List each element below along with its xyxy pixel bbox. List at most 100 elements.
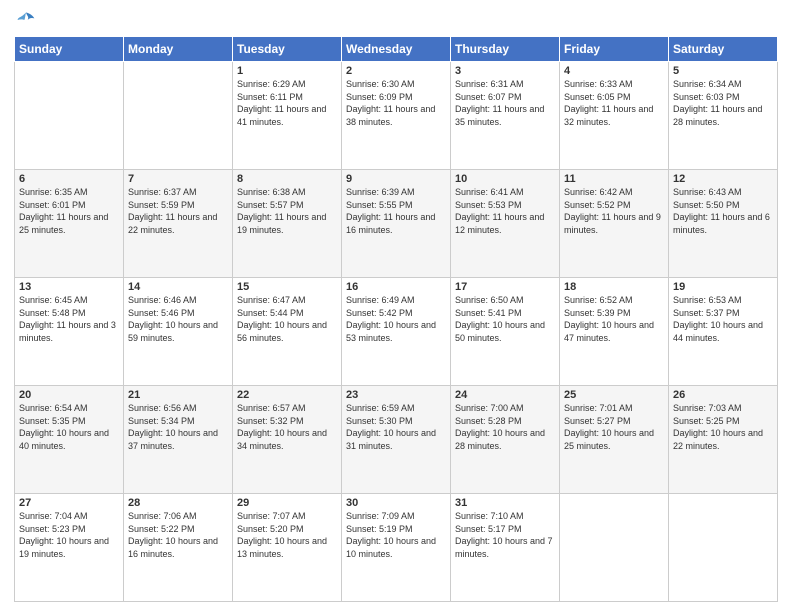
day-number: 9 (346, 173, 446, 185)
day-info: Sunrise: 7:04 AM Sunset: 5:23 PM Dayligh… (19, 510, 119, 560)
day-info: Sunrise: 6:38 AM Sunset: 5:57 PM Dayligh… (237, 186, 337, 236)
day-info: Sunrise: 6:45 AM Sunset: 5:48 PM Dayligh… (19, 294, 119, 344)
day-info: Sunrise: 6:59 AM Sunset: 5:30 PM Dayligh… (346, 402, 446, 452)
day-number: 28 (128, 497, 228, 509)
calendar-cell: 29Sunrise: 7:07 AM Sunset: 5:20 PM Dayli… (233, 494, 342, 602)
calendar-cell: 28Sunrise: 7:06 AM Sunset: 5:22 PM Dayli… (124, 494, 233, 602)
weekday-header-wednesday: Wednesday (342, 37, 451, 62)
page: SundayMondayTuesdayWednesdayThursdayFrid… (0, 0, 792, 612)
day-number: 5 (673, 65, 773, 77)
day-number: 12 (673, 173, 773, 185)
calendar-cell: 15Sunrise: 6:47 AM Sunset: 5:44 PM Dayli… (233, 278, 342, 386)
day-info: Sunrise: 6:54 AM Sunset: 5:35 PM Dayligh… (19, 402, 119, 452)
calendar-cell: 17Sunrise: 6:50 AM Sunset: 5:41 PM Dayli… (451, 278, 560, 386)
day-number: 17 (455, 281, 555, 293)
weekday-header-tuesday: Tuesday (233, 37, 342, 62)
calendar-cell: 7Sunrise: 6:37 AM Sunset: 5:59 PM Daylig… (124, 170, 233, 278)
day-number: 11 (564, 173, 664, 185)
day-info: Sunrise: 6:52 AM Sunset: 5:39 PM Dayligh… (564, 294, 664, 344)
calendar-cell: 21Sunrise: 6:56 AM Sunset: 5:34 PM Dayli… (124, 386, 233, 494)
week-row-0: 1Sunrise: 6:29 AM Sunset: 6:11 PM Daylig… (15, 62, 778, 170)
day-number: 2 (346, 65, 446, 77)
day-info: Sunrise: 7:07 AM Sunset: 5:20 PM Dayligh… (237, 510, 337, 560)
calendar-cell: 10Sunrise: 6:41 AM Sunset: 5:53 PM Dayli… (451, 170, 560, 278)
day-info: Sunrise: 7:06 AM Sunset: 5:22 PM Dayligh… (128, 510, 228, 560)
calendar-cell: 22Sunrise: 6:57 AM Sunset: 5:32 PM Dayli… (233, 386, 342, 494)
day-info: Sunrise: 6:49 AM Sunset: 5:42 PM Dayligh… (346, 294, 446, 344)
day-info: Sunrise: 7:03 AM Sunset: 5:25 PM Dayligh… (673, 402, 773, 452)
day-number: 16 (346, 281, 446, 293)
day-number: 23 (346, 389, 446, 401)
day-number: 27 (19, 497, 119, 509)
calendar-cell: 11Sunrise: 6:42 AM Sunset: 5:52 PM Dayli… (560, 170, 669, 278)
day-info: Sunrise: 6:29 AM Sunset: 6:11 PM Dayligh… (237, 78, 337, 128)
calendar-cell: 14Sunrise: 6:46 AM Sunset: 5:46 PM Dayli… (124, 278, 233, 386)
day-number: 3 (455, 65, 555, 77)
calendar-cell: 24Sunrise: 7:00 AM Sunset: 5:28 PM Dayli… (451, 386, 560, 494)
day-number: 13 (19, 281, 119, 293)
day-info: Sunrise: 6:53 AM Sunset: 5:37 PM Dayligh… (673, 294, 773, 344)
calendar-table: SundayMondayTuesdayWednesdayThursdayFrid… (14, 36, 778, 602)
day-info: Sunrise: 6:47 AM Sunset: 5:44 PM Dayligh… (237, 294, 337, 344)
day-number: 29 (237, 497, 337, 509)
day-info: Sunrise: 6:33 AM Sunset: 6:05 PM Dayligh… (564, 78, 664, 128)
day-info: Sunrise: 6:43 AM Sunset: 5:50 PM Dayligh… (673, 186, 773, 236)
day-number: 30 (346, 497, 446, 509)
calendar-cell: 6Sunrise: 6:35 AM Sunset: 6:01 PM Daylig… (15, 170, 124, 278)
calendar-cell (15, 62, 124, 170)
calendar-cell: 16Sunrise: 6:49 AM Sunset: 5:42 PM Dayli… (342, 278, 451, 386)
day-number: 7 (128, 173, 228, 185)
header (14, 10, 778, 30)
calendar-cell: 23Sunrise: 6:59 AM Sunset: 5:30 PM Dayli… (342, 386, 451, 494)
day-info: Sunrise: 6:31 AM Sunset: 6:07 PM Dayligh… (455, 78, 555, 128)
week-row-2: 13Sunrise: 6:45 AM Sunset: 5:48 PM Dayli… (15, 278, 778, 386)
weekday-header-saturday: Saturday (669, 37, 778, 62)
day-number: 24 (455, 389, 555, 401)
day-info: Sunrise: 6:41 AM Sunset: 5:53 PM Dayligh… (455, 186, 555, 236)
logo-bird-icon (16, 10, 36, 30)
week-row-1: 6Sunrise: 6:35 AM Sunset: 6:01 PM Daylig… (15, 170, 778, 278)
calendar-cell: 1Sunrise: 6:29 AM Sunset: 6:11 PM Daylig… (233, 62, 342, 170)
calendar-cell (669, 494, 778, 602)
day-info: Sunrise: 6:50 AM Sunset: 5:41 PM Dayligh… (455, 294, 555, 344)
calendar-cell: 3Sunrise: 6:31 AM Sunset: 6:07 PM Daylig… (451, 62, 560, 170)
calendar-cell: 5Sunrise: 6:34 AM Sunset: 6:03 PM Daylig… (669, 62, 778, 170)
day-number: 18 (564, 281, 664, 293)
weekday-header-row: SundayMondayTuesdayWednesdayThursdayFrid… (15, 37, 778, 62)
day-info: Sunrise: 6:35 AM Sunset: 6:01 PM Dayligh… (19, 186, 119, 236)
day-number: 8 (237, 173, 337, 185)
day-info: Sunrise: 6:56 AM Sunset: 5:34 PM Dayligh… (128, 402, 228, 452)
calendar-cell: 9Sunrise: 6:39 AM Sunset: 5:55 PM Daylig… (342, 170, 451, 278)
week-row-3: 20Sunrise: 6:54 AM Sunset: 5:35 PM Dayli… (15, 386, 778, 494)
day-number: 31 (455, 497, 555, 509)
calendar-cell: 13Sunrise: 6:45 AM Sunset: 5:48 PM Dayli… (15, 278, 124, 386)
weekday-header-sunday: Sunday (15, 37, 124, 62)
day-info: Sunrise: 6:42 AM Sunset: 5:52 PM Dayligh… (564, 186, 664, 236)
day-info: Sunrise: 7:09 AM Sunset: 5:19 PM Dayligh… (346, 510, 446, 560)
week-row-4: 27Sunrise: 7:04 AM Sunset: 5:23 PM Dayli… (15, 494, 778, 602)
day-info: Sunrise: 6:37 AM Sunset: 5:59 PM Dayligh… (128, 186, 228, 236)
weekday-header-monday: Monday (124, 37, 233, 62)
calendar-cell: 18Sunrise: 6:52 AM Sunset: 5:39 PM Dayli… (560, 278, 669, 386)
day-info: Sunrise: 6:30 AM Sunset: 6:09 PM Dayligh… (346, 78, 446, 128)
calendar-cell (124, 62, 233, 170)
day-info: Sunrise: 7:01 AM Sunset: 5:27 PM Dayligh… (564, 402, 664, 452)
day-number: 21 (128, 389, 228, 401)
calendar-cell: 12Sunrise: 6:43 AM Sunset: 5:50 PM Dayli… (669, 170, 778, 278)
calendar-cell: 8Sunrise: 6:38 AM Sunset: 5:57 PM Daylig… (233, 170, 342, 278)
day-number: 22 (237, 389, 337, 401)
day-number: 1 (237, 65, 337, 77)
calendar-cell: 30Sunrise: 7:09 AM Sunset: 5:19 PM Dayli… (342, 494, 451, 602)
day-number: 25 (564, 389, 664, 401)
day-info: Sunrise: 6:34 AM Sunset: 6:03 PM Dayligh… (673, 78, 773, 128)
calendar-cell: 31Sunrise: 7:10 AM Sunset: 5:17 PM Dayli… (451, 494, 560, 602)
day-number: 14 (128, 281, 228, 293)
day-number: 15 (237, 281, 337, 293)
day-number: 6 (19, 173, 119, 185)
calendar-cell (560, 494, 669, 602)
calendar-cell: 25Sunrise: 7:01 AM Sunset: 5:27 PM Dayli… (560, 386, 669, 494)
day-number: 4 (564, 65, 664, 77)
weekday-header-thursday: Thursday (451, 37, 560, 62)
calendar-cell: 26Sunrise: 7:03 AM Sunset: 5:25 PM Dayli… (669, 386, 778, 494)
calendar-cell: 27Sunrise: 7:04 AM Sunset: 5:23 PM Dayli… (15, 494, 124, 602)
